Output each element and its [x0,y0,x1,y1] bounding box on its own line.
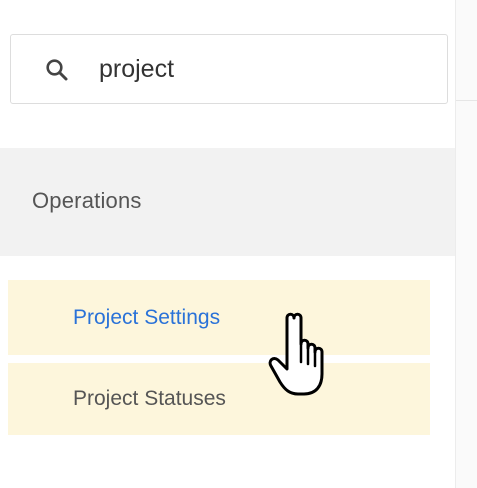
content-pane [455,0,477,488]
app-frame: Operations Project Settings Project Stat… [0,0,477,488]
sidebar-item-label: Project Statuses [73,387,226,410]
section-header-operations[interactable]: Operations [0,148,455,256]
search-input[interactable] [99,49,429,89]
search-icon [44,57,70,83]
sidebar-item-label: Project Settings [73,306,221,329]
sidebar-item-project-statuses[interactable]: Project Statuses [8,363,430,435]
header-divider [456,100,477,101]
section-header-label: Operations [32,188,142,213]
search-box[interactable] [10,34,448,104]
sidebar-item-project-settings[interactable]: Project Settings [8,280,430,355]
sidebar: Operations Project Settings Project Stat… [0,0,455,488]
